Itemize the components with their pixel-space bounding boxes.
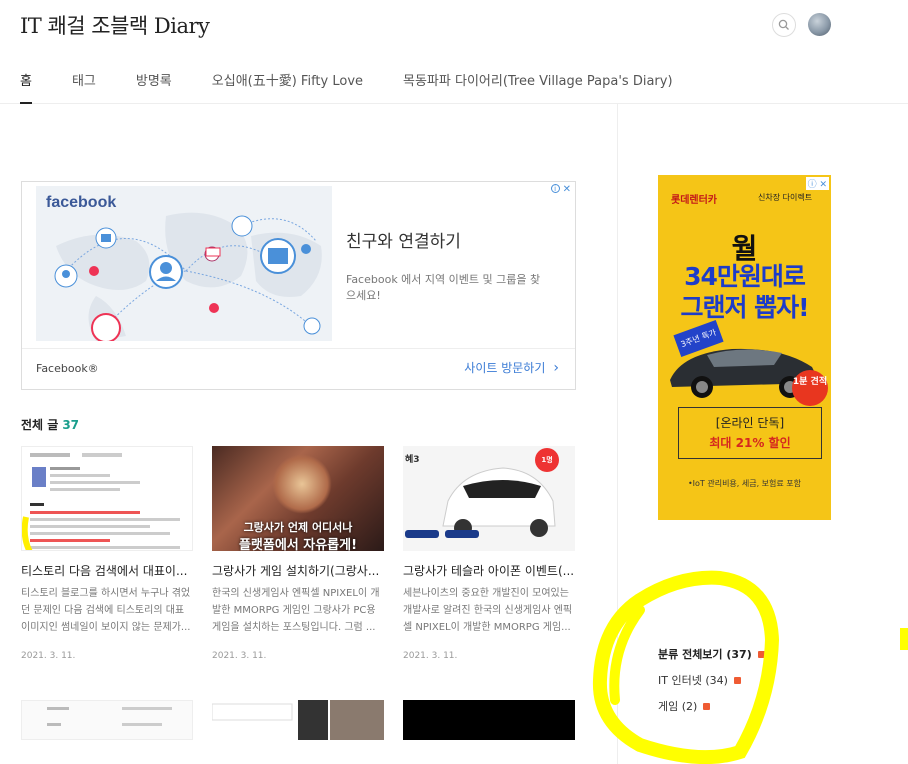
visit-site-button[interactable]: 사이트 방문하기 › xyxy=(464,359,559,376)
post-date: 2021. 3. 11. xyxy=(403,651,458,661)
category-label: 게임 (2) xyxy=(658,700,698,713)
post-title[interactable]: 티스토리 다음 검색에서 대표이... xyxy=(21,562,193,579)
screenshot-thumbnail-graphic xyxy=(212,700,384,740)
post-title[interactable]: 그랑사가 테슬라 아이폰 이벤트(... xyxy=(403,562,575,579)
all-posts-heading[interactable]: 전체 글 37 xyxy=(21,416,79,433)
new-badge-icon xyxy=(757,650,765,658)
post-title[interactable]: 그랑사가 게임 설치하기(그랑사... xyxy=(212,562,384,579)
character-art xyxy=(272,454,332,514)
post-thumbnail[interactable] xyxy=(212,700,384,740)
quote-badge: 1분 견적 xyxy=(792,370,828,406)
new-badge-icon xyxy=(733,676,741,684)
category-item-game[interactable]: 게임 (2) xyxy=(658,693,765,719)
ad-headline[interactable]: 친구와 연결하기 xyxy=(346,227,461,252)
post-card[interactable]: 그랑사가 언제 어디서나 플랫폼에서 자유롭게! 그랑사가 게임 설치하기(그랑… xyxy=(212,446,384,661)
avatar[interactable] xyxy=(808,13,831,36)
thumb-caption-2: 플랫폼에서 자유롭게! xyxy=(238,538,358,551)
post-excerpt: 세븐나이츠의 중요한 개발진이 모여있는 개발사로 알려진 한국의 신생게임사 … xyxy=(403,588,573,633)
ad-line-3: 그랜저 뽑자! xyxy=(680,293,809,322)
post-excerpt: 티스토리 블로그를 하시면서 누구나 겪었던 문제인 다음 검색에 티스토리의 … xyxy=(21,588,191,633)
facebook-ad[interactable]: facebook i ✕ 친구와 연결하기 Facebook 에서 지역 이벤트… xyxy=(21,181,576,390)
all-posts-count: 37 xyxy=(62,418,80,432)
sidebar-divider xyxy=(617,104,618,764)
blog-header: IT 쾌걸 조블랙 Diary 홈 태그 방명록 오십애(五十愛) Fifty … xyxy=(0,0,908,104)
category-item-it[interactable]: IT 인터넷 (34) xyxy=(658,667,765,693)
thumb-badge: 1명 xyxy=(535,448,559,472)
nav-home[interactable]: 홈 xyxy=(20,70,32,104)
ad-offer-line-1: [온라인 단독] xyxy=(715,416,785,430)
post-card[interactable]: 혜3 1명 그랑사가 테슬라 아이폰 이벤트(... 세븐나이츠의 중요한 개발… xyxy=(403,446,575,661)
adchoices-icon[interactable]: i ✕ xyxy=(550,184,571,195)
thumb-label: 혜3 xyxy=(405,455,420,465)
post-thumbnail[interactable] xyxy=(21,700,193,740)
post-thumbnail[interactable]: 그랑사가 언제 어디서나 플랫폼에서 자유롭게! xyxy=(212,446,384,551)
visit-site-label: 사이트 방문하기 xyxy=(464,361,546,375)
facebook-ad-image[interactable]: facebook xyxy=(36,186,332,341)
facebook-logo: facebook xyxy=(46,194,117,211)
nav-papa-diary[interactable]: 목동파파 다이어리(Tree Village Papa's Diary) xyxy=(403,70,673,104)
ad-offer-line-2: 최대 21% 할인 xyxy=(709,436,791,450)
post-thumbnail[interactable] xyxy=(403,700,575,740)
ad-offer-box: [온라인 단독] 최대 21% 할인 xyxy=(678,407,822,459)
category-list: 분류 전체보기 (37) IT 인터넷 (34) 게임 (2) xyxy=(658,641,765,719)
screenshot-thumbnail-graphic xyxy=(22,447,192,550)
facebook-ad-top: facebook i ✕ 친구와 연결하기 Facebook 에서 지역 이벤트… xyxy=(22,182,575,348)
chevron-right-icon: › xyxy=(553,359,559,376)
post-thumbnail[interactable] xyxy=(21,446,193,551)
category-label: IT 인터넷 (34) xyxy=(658,674,728,687)
ad-footnote: •IoT 관리비용, 세금, 보험료 포함 xyxy=(687,479,802,488)
ad-brand-sub: 신차장 다이렉트 xyxy=(758,193,813,202)
post-date: 2021. 3. 11. xyxy=(212,651,267,661)
category-label: 분류 전체보기 (37) xyxy=(658,648,752,661)
ad-brand: 롯데렌터카 xyxy=(671,195,717,206)
search-icon xyxy=(778,19,789,30)
category-item-all[interactable]: 분류 전체보기 (37) xyxy=(658,641,765,667)
post-date: 2021. 3. 11. xyxy=(21,651,76,661)
thumb-caption-1: 그랑사가 언제 어디서나 xyxy=(243,521,353,534)
blog-title[interactable]: IT 쾌걸 조블랙 Diary xyxy=(20,10,210,40)
post-thumbnail[interactable]: 혜3 1명 xyxy=(403,446,575,551)
lotte-rentacar-ad[interactable]: ⓘ ✕ 롯데렌터카 신차장 다이렉트 월 34만원대로 그랜저 뽑자! 3주년 … xyxy=(658,175,831,520)
post-excerpt: 한국의 신생게임사 엔픽셀 NPIXEL이 개발한 MMORPG 게임인 그랑사… xyxy=(212,588,380,633)
ad-description: Facebook 에서 지역 이벤트 및 그룹을 찾으세요! xyxy=(346,273,541,302)
ad-brand: Facebook® xyxy=(36,362,99,375)
adchoices-icon[interactable]: ⓘ ✕ xyxy=(805,177,829,190)
ad-footer: Facebook® 사이트 방문하기 › xyxy=(22,348,575,389)
post-card[interactable]: 티스토리 다음 검색에서 대표이... 티스토리 블로그를 하시면서 누구나 겪… xyxy=(21,446,193,661)
nav-tags[interactable]: 태그 xyxy=(72,70,96,104)
search-button[interactable] xyxy=(772,13,796,37)
new-badge-icon xyxy=(703,702,711,710)
all-posts-label: 전체 글 xyxy=(21,418,59,432)
nav-guestbook[interactable]: 방명록 xyxy=(136,70,172,104)
screenshot-thumbnail-graphic xyxy=(47,707,172,726)
nav-fifty-love[interactable]: 오십애(五十愛) Fifty Love xyxy=(212,70,363,104)
main-nav: 홈 태그 방명록 오십애(五十愛) Fifty Love 목동파파 다이어리(T… xyxy=(20,70,713,104)
